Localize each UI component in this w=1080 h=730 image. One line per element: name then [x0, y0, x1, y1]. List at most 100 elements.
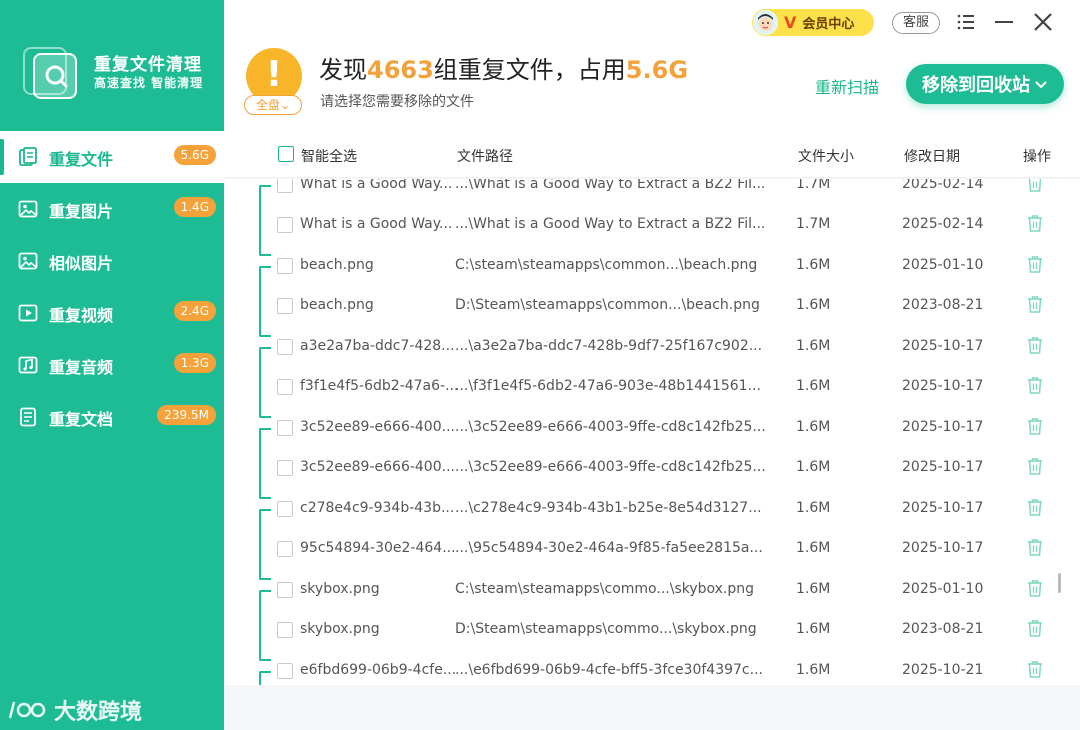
size-badge: 2.4G	[173, 301, 216, 321]
trash-icon[interactable]	[1026, 618, 1044, 638]
total-size: 5.6G	[625, 56, 689, 84]
sidebar-item-label: 相似图片	[49, 254, 114, 273]
row-checkbox[interactable]	[277, 460, 293, 476]
header: ! 全盘⌄ 发现4663组重复文件，占用5.6G 请选择您需要移除的文件 重新扫…	[224, 0, 1080, 132]
column-date[interactable]: 修改日期	[904, 146, 960, 166]
move-to-recycle-bin-button[interactable]: 移除到回收站	[906, 64, 1064, 104]
sidebar-item-duplicate-files[interactable]: 重复文件 5.6G	[0, 131, 224, 183]
rescan-link[interactable]: 重新扫描	[815, 74, 879, 98]
trash-icon[interactable]	[1026, 416, 1044, 436]
table-row[interactable]: 3c52ee89-e666-400... ...\3c52ee89-e666-40…	[224, 448, 1056, 489]
sidebar-item-duplicate-videos[interactable]: 重复视频 2.4G	[0, 287, 224, 339]
trash-icon[interactable]	[1026, 179, 1044, 193]
file-size: 1.6M	[796, 621, 831, 637]
row-checkbox[interactable]	[277, 419, 293, 436]
sidebar-item-similar-images[interactable]: 相似图片	[0, 235, 224, 287]
modified-date: 2025-10-21	[902, 661, 984, 678]
sidebar-item-label: 重复图片	[49, 202, 114, 221]
row-checkbox[interactable]	[277, 338, 293, 355]
table-row[interactable]: skybox.png C:\steam\steamapps\commo...\sk…	[224, 570, 1056, 611]
watermark: 大数跨境	[8, 694, 142, 726]
duplicate-group-bracket	[259, 346, 271, 418]
row-checkbox[interactable]	[277, 500, 293, 517]
trash-icon[interactable]	[1026, 456, 1044, 476]
chevron-down-icon[interactable]	[1034, 77, 1048, 91]
row-checkbox[interactable]	[277, 581, 293, 598]
image-icon	[18, 252, 38, 270]
minimize-icon[interactable]	[992, 10, 1016, 34]
sidebar-item-label: 重复音频	[49, 358, 114, 377]
customer-service-button[interactable]: 客服	[892, 12, 940, 34]
row-checkbox[interactable]	[277, 257, 293, 274]
scrollbar-thumb[interactable]	[1058, 573, 1061, 593]
select-all-checkbox[interactable]	[278, 146, 294, 162]
trash-icon[interactable]	[1026, 578, 1044, 598]
file-size: 1.6M	[796, 661, 831, 678]
table-row[interactable]: skybox.png D:\Steam\steamapps\commo...\sk…	[224, 610, 1056, 651]
modified-date: 2023-08-21	[902, 621, 984, 637]
sidebar-item-duplicate-documents[interactable]: 重复文档 239.5M	[0, 391, 224, 443]
size-badge: 1.4G	[173, 197, 216, 217]
row-checkbox[interactable]	[277, 217, 293, 233]
table-row[interactable]: f3f1e4f5-6db2-47a6-... ...\f3f1e4f5-6db2-…	[224, 367, 1056, 408]
row-checkbox[interactable]	[277, 662, 293, 679]
sidebar-item-duplicate-images[interactable]: 重复图片 1.4G	[0, 183, 224, 235]
scrollbar-track[interactable]	[1056, 179, 1080, 685]
vip-letter: V	[784, 13, 797, 32]
file-path: ...\e6fbd699-06b9-4cfe-bff5-3fce30f4397c…	[455, 661, 763, 678]
sidebar-item-duplicate-audio[interactable]: 重复音频 1.3G	[0, 339, 224, 391]
file-path: ...\What is a Good Way to Extract a BZ2 …	[455, 179, 766, 192]
trash-icon[interactable]	[1026, 213, 1044, 233]
close-icon[interactable]	[1031, 10, 1055, 34]
file-list: What is a Good Way... ...\What is a Good …	[224, 179, 1056, 685]
modified-date: 2025-10-17	[902, 499, 984, 516]
table-row[interactable]: c278e4c9-934b-43b... ...\c278e4c9-934b-43…	[224, 489, 1056, 530]
table-row[interactable]: 3c52ee89-e666-400... ...\3c52ee89-e666-40…	[224, 408, 1056, 449]
duplicate-group-bracket	[259, 589, 271, 661]
row-checkbox[interactable]	[277, 298, 293, 314]
table-row[interactable]: a3e2a7ba-ddc7-428... ...\a3e2a7ba-ddc7-42…	[224, 327, 1056, 368]
app-title: 重复文件清理	[94, 55, 202, 75]
duplicate-group-bracket	[259, 184, 271, 256]
file-size: 1.6M	[796, 459, 831, 475]
column-size[interactable]: 文件大小	[798, 146, 854, 166]
modified-date: 2025-10-17	[902, 540, 984, 556]
table-row[interactable]: beach.png C:\steam\steamapps\common...\be…	[224, 246, 1056, 287]
trash-icon[interactable]	[1026, 335, 1044, 355]
trash-icon[interactable]	[1026, 375, 1044, 395]
file-size: 1.6M	[796, 297, 831, 313]
column-select-all[interactable]: 智能全选	[301, 146, 357, 166]
sidebar: 重复文件清理 高速查找 智能清理 重复文件 5.6G 重复图片 1.4G 相似图…	[0, 0, 224, 730]
file-icon	[19, 147, 37, 166]
row-checkbox[interactable]	[277, 379, 293, 395]
vip-center-button[interactable]: V 会员中心	[752, 9, 874, 36]
trash-icon[interactable]	[1026, 294, 1044, 314]
chevron-down-icon: ⌄	[279, 98, 291, 112]
file-size: 1.6M	[796, 337, 831, 354]
file-name: What is a Good Way...	[300, 179, 453, 192]
file-path: ...\c278e4c9-934b-43b1-b25e-8e54d3127...	[455, 499, 762, 516]
row-checkbox[interactable]	[277, 541, 293, 557]
menu-icon[interactable]	[954, 10, 978, 34]
table-header: 智能全选 文件路径 文件大小 修改日期 操作	[224, 132, 1080, 178]
trash-icon[interactable]	[1026, 254, 1044, 274]
trash-icon[interactable]	[1026, 659, 1044, 679]
row-checkbox[interactable]	[277, 622, 293, 638]
column-action: 操作	[1023, 149, 1051, 165]
file-name: skybox.png	[300, 621, 380, 637]
table-row[interactable]: 95c54894-30e2-464... ...\95c54894-30e2-46…	[224, 529, 1056, 570]
trash-icon[interactable]	[1026, 497, 1044, 517]
row-checkbox[interactable]	[277, 179, 293, 193]
file-size: 1.6M	[796, 378, 831, 394]
trash-icon[interactable]	[1026, 537, 1044, 557]
table-row[interactable]: What is a Good Way... ...\What is a Good …	[224, 179, 1056, 205]
table-row[interactable]: e6fbd699-06b9-4cfe... ...\e6fbd699-06b9-4…	[224, 651, 1056, 686]
table-row[interactable]: beach.png D:\Steam\steamapps\common...\be…	[224, 286, 1056, 327]
file-size: 1.6M	[796, 540, 831, 556]
headline-middle: 组重复文件，占用	[433, 56, 626, 84]
audio-icon	[18, 356, 38, 374]
modified-date: 2025-10-17	[902, 378, 984, 394]
table-row[interactable]: What is a Good Way... ...\What is a Good …	[224, 205, 1056, 246]
modified-date: 2025-10-17	[902, 418, 984, 435]
scope-dropdown[interactable]: 全盘⌄	[244, 95, 302, 115]
